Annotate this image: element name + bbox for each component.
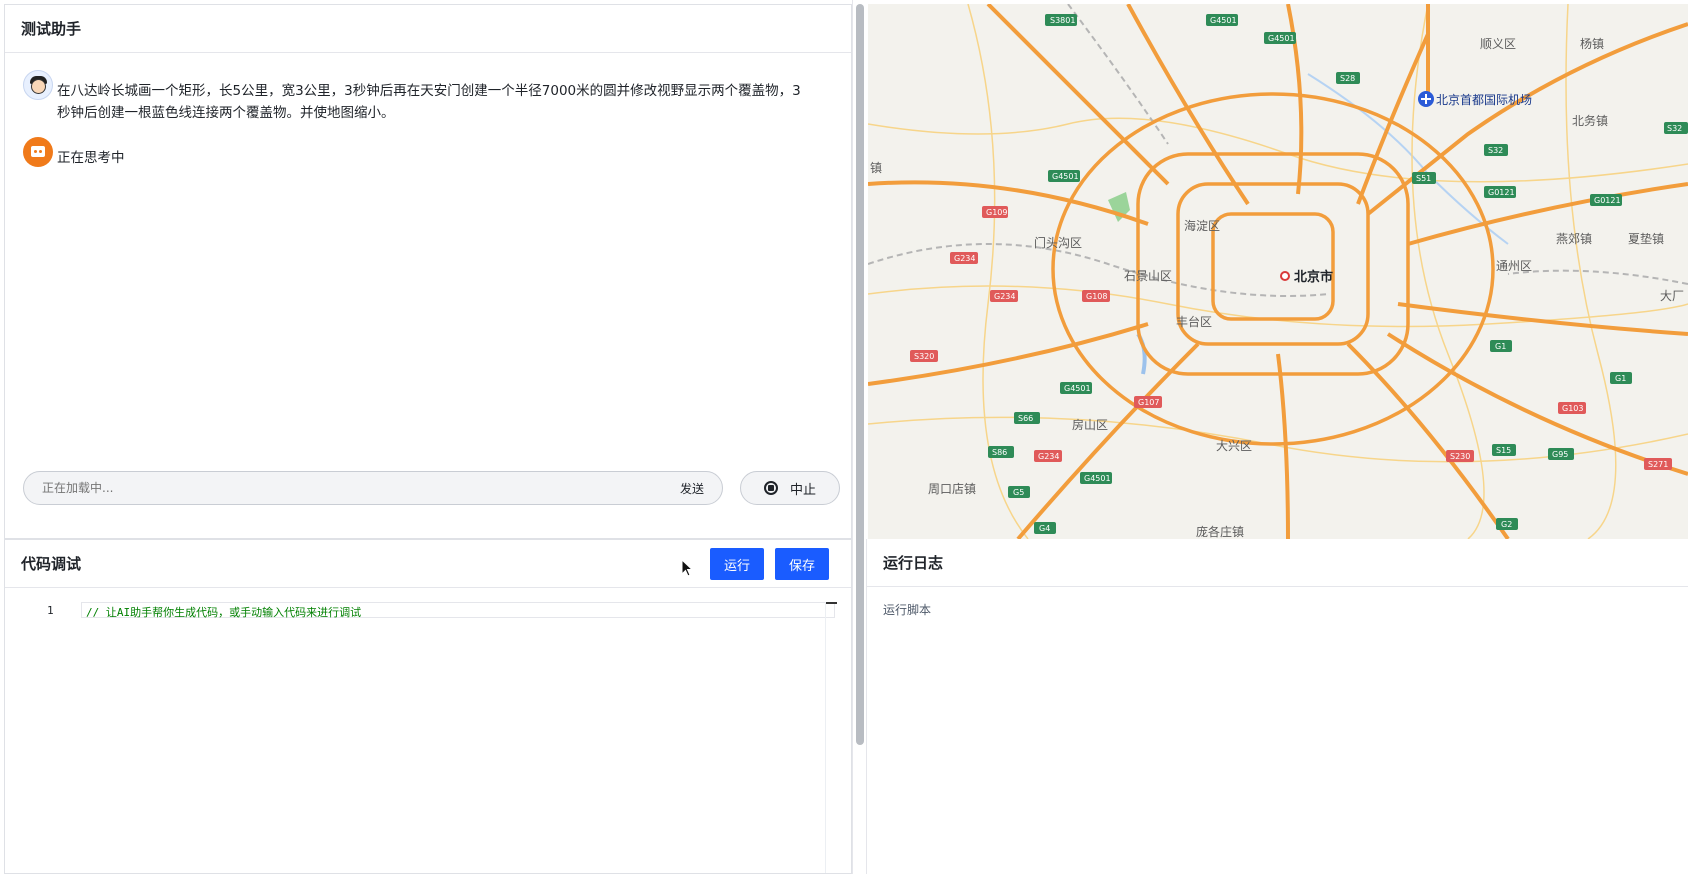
code-editor[interactable]: 1 // 让AI助手帮你生成代码，或手动输入代码来进行调试 [5,588,851,873]
stop-button[interactable]: 中止 [740,471,840,505]
svg-text:庞各庄镇: 庞各庄镇 [1196,524,1244,539]
editor-scrollbar[interactable] [825,602,837,873]
run-button[interactable]: 运行 [710,548,765,580]
svg-text:房山区: 房山区 [1072,417,1108,432]
user-avatar-icon [23,70,53,100]
svg-text:G234: G234 [1038,452,1059,461]
svg-text:大兴区: 大兴区 [1216,439,1252,453]
svg-text:门头沟区: 门头沟区 [1034,235,1082,250]
svg-text:G108: G108 [1086,292,1107,301]
svg-text:G4501: G4501 [1084,474,1111,483]
map-canvas[interactable]: S3801 G4501 G4501 S28 S32 S32 G4501 S51 … [868,4,1688,539]
svg-text:S3801: S3801 [1050,16,1075,25]
svg-text:G0121: G0121 [1488,188,1515,197]
code-title-text: 代码调试 [21,555,82,573]
svg-text:S28: S28 [1340,74,1355,83]
svg-text:G4501: G4501 [1064,384,1091,393]
chat-title: 测试助手 [5,5,851,53]
svg-text:G1: G1 [1495,342,1506,351]
svg-text:丰台区: 丰台区 [1176,314,1212,329]
vertical-splitter[interactable] [856,4,864,745]
assistant-message: 正在思考中 [23,137,801,169]
bot-avatar-icon [23,137,53,167]
svg-text:G234: G234 [954,254,975,263]
svg-text:G2: G2 [1501,520,1512,529]
svg-text:S271: S271 [1648,460,1668,469]
svg-text:G4501: G4501 [1052,172,1079,181]
log-entry: 运行脚本 [883,603,932,617]
svg-text:镇: 镇 [870,161,882,175]
svg-text:G1: G1 [1615,374,1626,383]
svg-text:G107: G107 [1138,398,1159,407]
chat-input-box[interactable]: 发送 [23,471,723,505]
svg-text:S320: S320 [914,352,934,361]
svg-text:G5: G5 [1013,488,1024,497]
svg-text:G4501: G4501 [1268,34,1295,43]
user-message: 在八达岭长城画一个矩形，长5公里，宽3公里，3秒钟后再在天安门创建一个半径700… [23,70,801,124]
mouse-cursor-icon [681,559,693,577]
svg-text:S230: S230 [1450,452,1470,461]
assistant-message-text: 正在思考中 [57,150,125,166]
svg-text:G103: G103 [1562,404,1583,413]
svg-text:S51: S51 [1416,174,1431,183]
svg-text:通州区: 通州区 [1496,259,1532,273]
svg-text:S86: S86 [992,448,1007,457]
code-panel: 代码调试 运行 保存 1 // 让AI助手帮你生成代码，或手动输入代码来进行调试 [4,539,852,874]
svg-text:石景山区: 石景山区 [1124,269,1172,283]
stop-circle-icon [763,481,778,495]
svg-text:顺义区: 顺义区 [1480,37,1516,51]
svg-text:北京首都国际机场: 北京首都国际机场 [1436,93,1532,107]
svg-text:燕郊镇: 燕郊镇 [1556,232,1592,246]
svg-text:G0121: G0121 [1594,196,1621,205]
log-title: 运行日志 [867,539,1688,587]
svg-text:G109: G109 [986,208,1007,217]
chat-panel: 测试助手 在八达岭长城画一个矩形，长5公里，宽3公里，3秒钟后再在天安门创建一个… [4,4,852,539]
log-panel: 运行日志 运行脚本 [866,539,1688,874]
svg-text:S66: S66 [1018,414,1033,423]
user-message-text: 在八达岭长城画一个矩形，长5公里，宽3公里，3秒钟后再在天安门创建一个半径700… [57,83,801,121]
svg-text:杨镇: 杨镇 [1580,36,1604,51]
save-button[interactable]: 保存 [775,548,830,580]
svg-text:G4: G4 [1039,524,1050,533]
svg-text:S32: S32 [1667,124,1682,133]
code-line[interactable]: // 让AI助手帮你生成代码，或手动输入代码来进行调试 [81,602,835,619]
svg-text:S32: S32 [1488,146,1503,155]
svg-text:周口店镇: 周口店镇 [928,482,976,496]
svg-text:北务镇: 北务镇 [1572,113,1608,128]
svg-text:北京市: 北京市 [1294,269,1333,285]
stop-label: 中止 [789,482,816,498]
left-column: 测试助手 在八达岭长城画一个矩形，长5公里，宽3公里，3秒钟后再在天安门创建一个… [0,0,853,874]
svg-text:G4501: G4501 [1210,16,1237,25]
map-view[interactable]: S3801 G4501 G4501 S28 S32 S32 G4501 S51 … [868,4,1688,539]
svg-text:夏垫镇: 夏垫镇 [1628,231,1664,246]
svg-text:大厂: 大厂 [1660,289,1684,303]
send-button[interactable]: 发送 [680,480,704,497]
svg-text:海淀区: 海淀区 [1184,218,1220,233]
svg-text:G95: G95 [1552,450,1568,459]
svg-text:S15: S15 [1496,446,1511,455]
svg-text:G234: G234 [994,292,1015,301]
city-marker-icon [1280,271,1290,281]
line-number: 1 [47,604,54,617]
chat-input[interactable] [42,481,680,495]
